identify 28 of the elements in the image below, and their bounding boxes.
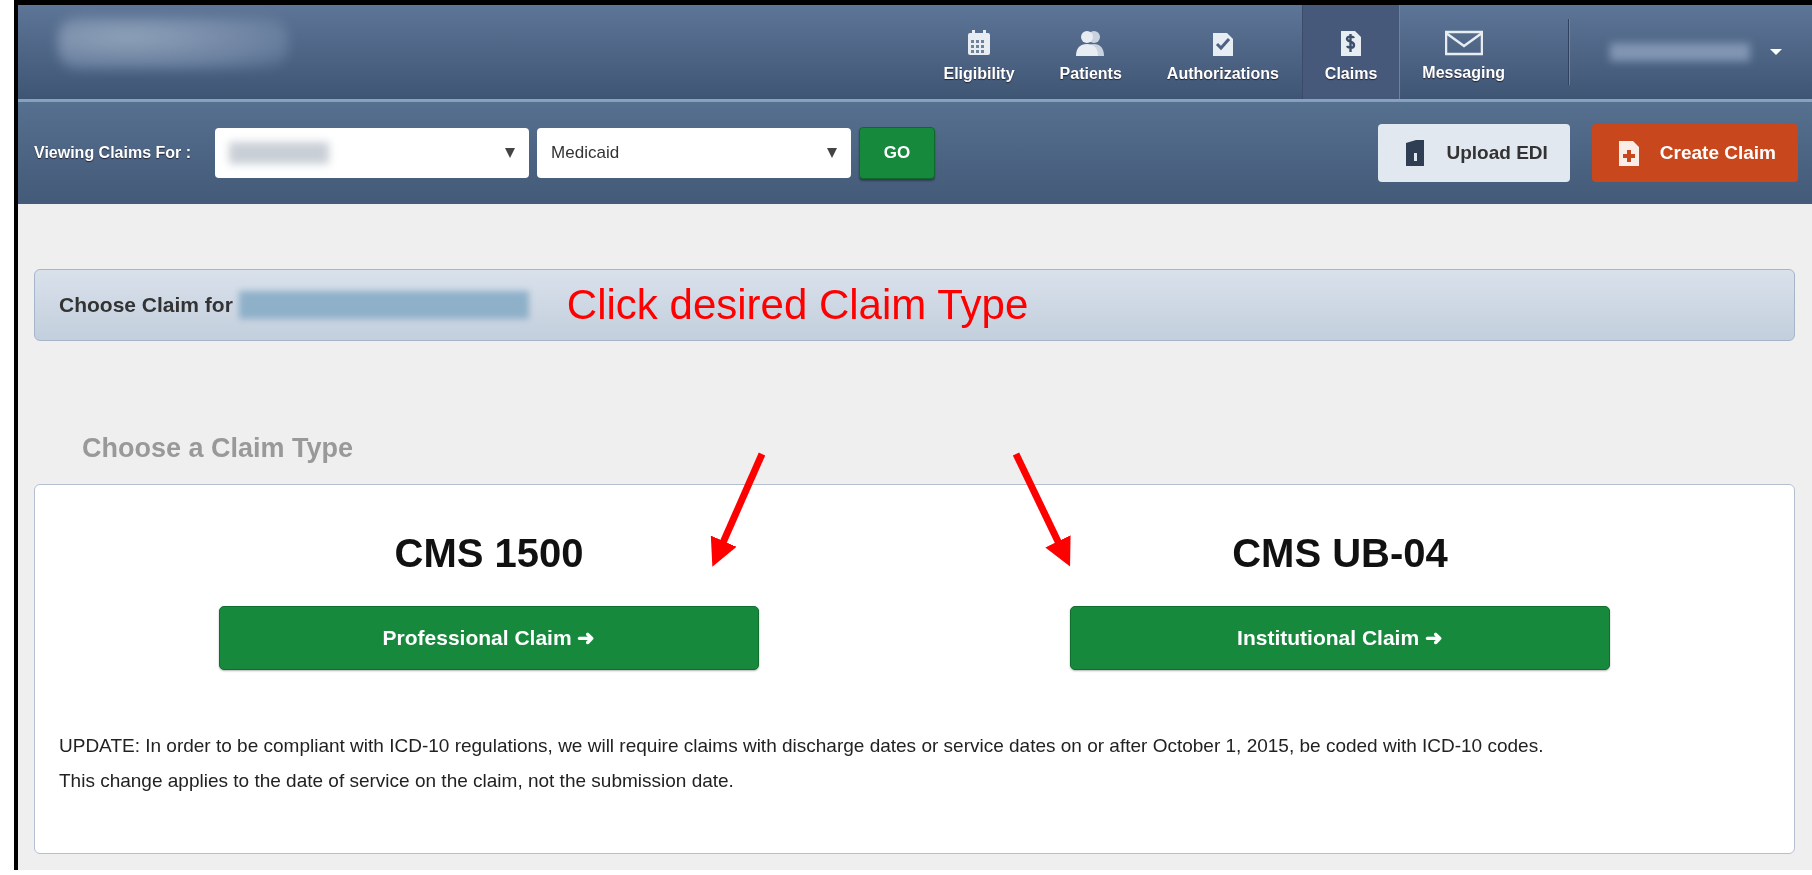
nav-tab[interactable]: Messaging: [1400, 5, 1528, 99]
upload-button[interactable]: Upload EDI: [1378, 124, 1570, 182]
claim-button[interactable]: Professional Claim ➜: [219, 606, 759, 670]
notice-text: This change applies to the date of service on the claim, not the submission date.: [59, 769, 735, 793]
notice-text: UPDATE: In order to be compliant with ICD-10 regulations, we will require claims with discharge dates or service dates on or after October 1, 2015, be coded with ICD-10 codes.: [59, 734, 1545, 758]
go-button[interactable]: GO: [859, 127, 936, 179]
door-icon: [1404, 139, 1427, 167]
envelope-icon: [1444, 30, 1483, 56]
create-button[interactable]: Create Claim: [1591, 124, 1798, 182]
dollar-document-icon: [1339, 29, 1364, 57]
nav-tab[interactable]: Claims: [1301, 5, 1401, 99]
calendar-icon: [966, 29, 993, 57]
annotation-text: Click desired Claim Type: [566, 281, 1029, 329]
select-field[interactable]: Medicaid: [537, 128, 852, 178]
nav-tab[interactable]: Eligibility: [921, 5, 1038, 99]
caret-icon[interactable]: [1770, 49, 1782, 55]
select-field[interactable]: [215, 128, 530, 178]
claim-button[interactable]: Institutional Claim ➜: [1070, 606, 1610, 670]
plus-document-icon: [1617, 139, 1640, 167]
nav-tab[interactable]: Patients: [1037, 5, 1145, 99]
claim-type-title: CMS 1500: [394, 531, 584, 576]
dropdown-arrow-icon[interactable]: [827, 148, 838, 158]
section-title: Choose a Claim Type: [82, 433, 355, 464]
nav-tab[interactable]: Authorizations: [1144, 5, 1302, 99]
filter-label: Viewing Claims For :: [34, 144, 192, 162]
dropdown-arrow-icon[interactable]: [505, 148, 516, 158]
panel-title: Choose Claim for: [59, 293, 233, 317]
claim-type-title: CMS UB-04: [1232, 531, 1448, 576]
